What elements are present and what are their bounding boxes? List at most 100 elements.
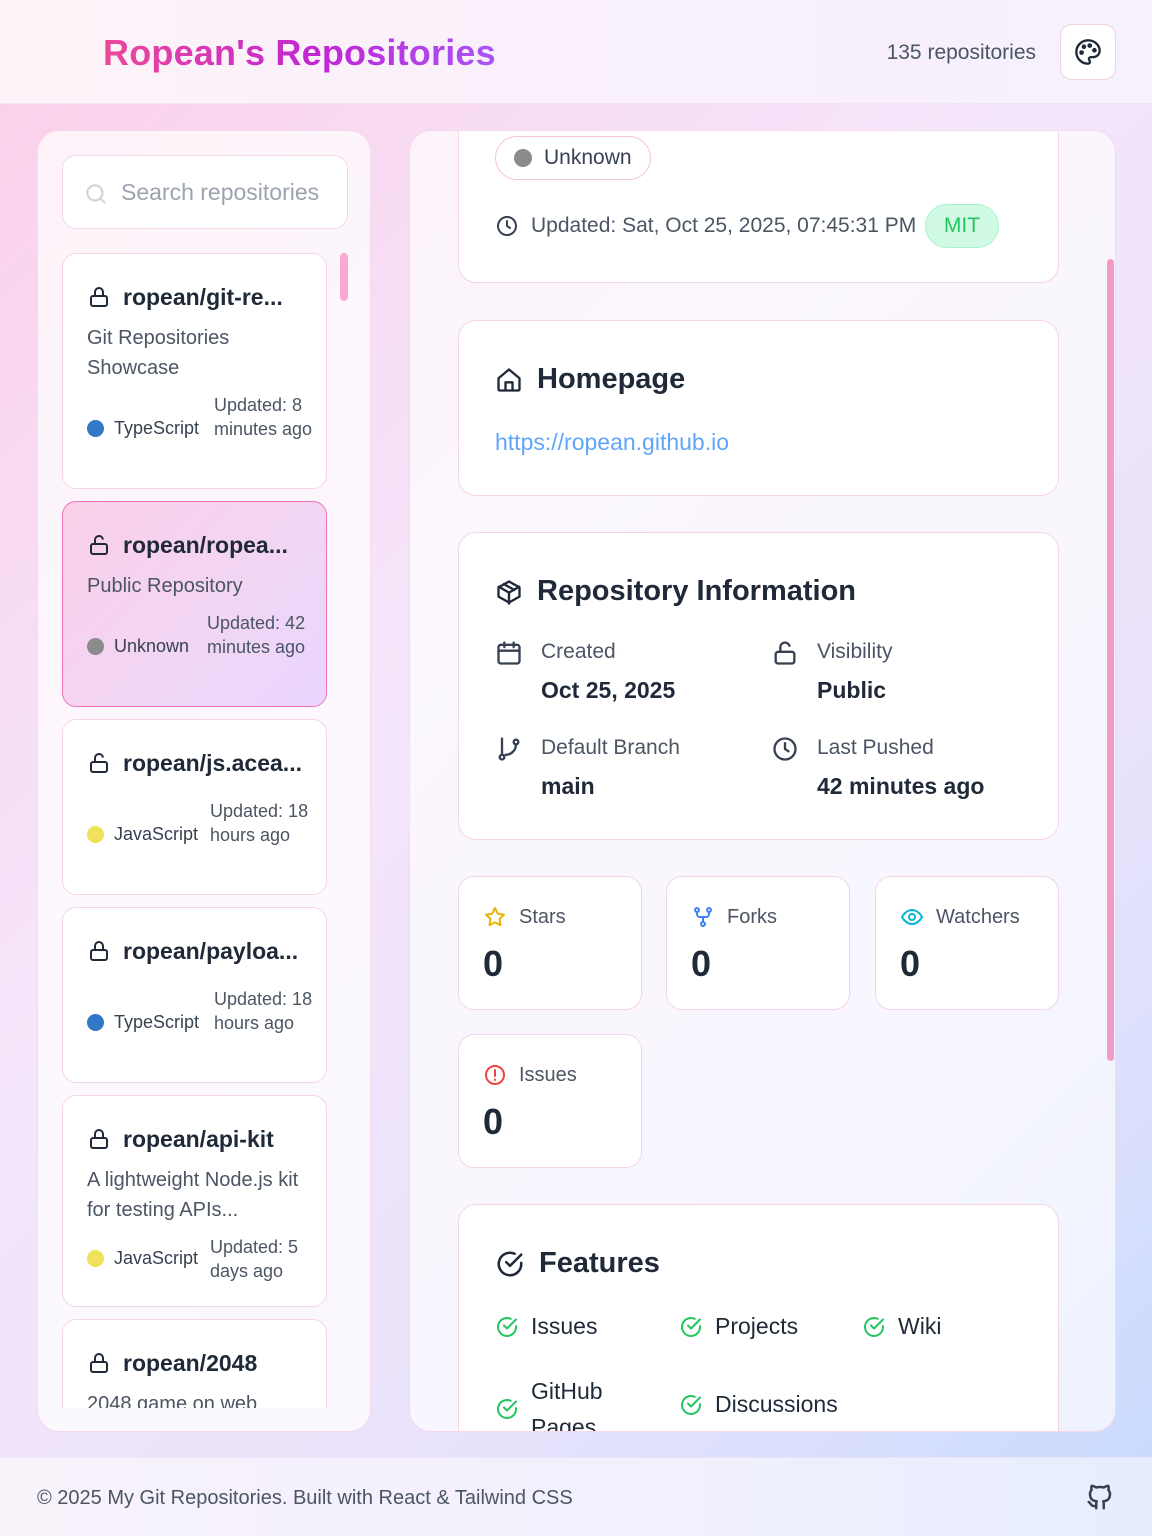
language-label: Unknown — [544, 146, 632, 169]
repo-updated: Updated: 8 minutes ago — [214, 395, 313, 439]
created-label: Created — [541, 640, 616, 663]
homepage-title-text: Homepage — [537, 363, 686, 395]
repo-name: ropean/payloa... — [123, 938, 299, 964]
repo-updated: Updated: 42 minutes ago — [207, 613, 306, 657]
repo-card[interactable]: ropean/api-kit A lightweight Node.js kit… — [62, 1095, 327, 1307]
lock-icon — [90, 287, 108, 307]
detail-scrollbar[interactable] — [1107, 259, 1114, 1061]
language-dot — [87, 1250, 104, 1267]
repo-description: 2048 game on web — [87, 1393, 258, 1408]
repo-card[interactable]: ropean/git-re... Git Repositories Showca… — [62, 253, 327, 489]
repo-updated: Updated: 18 hours ago — [214, 989, 313, 1033]
language-dot — [87, 826, 104, 843]
github-icon[interactable] — [1085, 1482, 1115, 1512]
feature-label: Discussions — [715, 1391, 838, 1417]
language-label: TypeScript — [114, 418, 200, 438]
watchers-stat: Watchers 0 — [875, 876, 1059, 1010]
pushed-value: 42 minutes ago — [817, 773, 985, 799]
forks-count: 0 — [691, 943, 712, 984]
feature-issues: Issues — [495, 1313, 597, 1340]
language-dot — [87, 1014, 104, 1031]
palette-icon — [1075, 39, 1101, 65]
feature-github-pages: GitHub Pages — [495, 1373, 625, 1432]
features-title: Features — [495, 1247, 660, 1280]
repo-description: A lightweight Node.js kit for testing AP… — [87, 1169, 299, 1221]
repository-detail: Unknown Updated: Sat, Oct 25, 2025, 07:4… — [409, 130, 1116, 1432]
repository-list[interactable]: ropean/git-re... Git Repositories Showca… — [62, 253, 352, 1408]
language-label: TypeScript — [114, 1012, 200, 1032]
star-icon — [485, 907, 505, 927]
repo-language: TypeScript — [87, 1012, 199, 1033]
repo-name: ropean/git-re... — [123, 284, 283, 310]
language-dot — [514, 149, 532, 167]
repo-name: ropean/js.acea... — [123, 750, 302, 776]
language-label: JavaScript — [114, 1248, 199, 1268]
stars-label: Stars — [519, 906, 566, 928]
clock-icon — [773, 737, 797, 761]
feature-label: Wiki — [898, 1313, 942, 1339]
repo-language: JavaScript — [87, 824, 198, 845]
search-input[interactable] — [121, 172, 341, 212]
check-circle-icon — [497, 1399, 517, 1419]
repo-language: JavaScript — [87, 1248, 198, 1269]
feature-discussions: Discussions — [679, 1391, 838, 1418]
lock-icon — [90, 1129, 108, 1149]
repo-card-selected[interactable]: ropean/ropea... Public Repository Unknow… — [62, 501, 327, 707]
app-title: Ropean's Repositories — [103, 32, 496, 73]
repo-info-panel: Repository Information Created Oct 25, 2… — [458, 532, 1059, 840]
language-badge: Unknown — [495, 136, 651, 180]
check-circle-icon — [497, 1316, 517, 1337]
feature-projects: Projects — [679, 1313, 798, 1340]
lock-icon — [90, 1353, 108, 1373]
check-circle-icon — [681, 1394, 701, 1415]
features-panel: Features Issues Projects Wiki GitHub Pag… — [458, 1204, 1059, 1432]
forks-label: Forks — [727, 906, 777, 928]
features-title-text: Features — [539, 1247, 660, 1279]
theme-toggle-button[interactable] — [1060, 24, 1116, 80]
clock-icon — [497, 216, 517, 236]
sidebar-scrollbar[interactable] — [340, 253, 348, 301]
fork-icon — [694, 907, 712, 927]
check-circle-icon — [497, 1251, 523, 1276]
homepage-panel: Homepage https://ropean.github.io — [458, 320, 1059, 496]
app-footer: © 2025 My Git Repositories. Built with R… — [0, 1457, 1152, 1536]
alert-circle-icon — [485, 1065, 505, 1085]
repository-sidebar: ropean/git-re... Git Repositories Showca… — [37, 130, 371, 1432]
repo-name: ropean/2048 — [123, 1350, 258, 1376]
visibility-value: Public — [817, 677, 887, 703]
repo-updated: Updated: 18 hours ago — [210, 801, 309, 845]
home-icon — [497, 367, 521, 392]
updated-text: Updated: Sat, Oct 25, 2025, 07:45:31 PM — [531, 214, 917, 237]
branch-label: Default Branch — [541, 736, 680, 759]
feature-wiki: Wiki — [862, 1313, 941, 1340]
check-circle-icon — [864, 1316, 884, 1337]
repo-language: TypeScript — [87, 418, 199, 439]
repo-name: ropean/ropea... — [123, 532, 288, 558]
search-box — [62, 155, 348, 229]
license-badge: MIT — [925, 204, 999, 248]
repo-name: ropean/api-kit — [123, 1126, 274, 1152]
forks-stat: Forks 0 — [666, 876, 850, 1010]
unlock-icon — [774, 641, 796, 665]
repo-description: Public Repository — [87, 575, 243, 597]
repo-card[interactable]: ropean/js.acea... JavaScript Updated: 18… — [62, 719, 327, 895]
watchers-count: 0 — [900, 943, 921, 984]
check-circle-icon — [681, 1316, 701, 1337]
language-label: JavaScript — [114, 824, 199, 844]
package-icon — [497, 579, 521, 605]
issues-stat: Issues 0 — [458, 1034, 642, 1168]
repo-card[interactable]: ropean/payloa... TypeScript Updated: 18 … — [62, 907, 327, 1083]
stars-stat: Stars 0 — [458, 876, 642, 1010]
repo-card[interactable]: ropean/2048 2048 game on web — [62, 1319, 327, 1408]
summary-panel: Unknown Updated: Sat, Oct 25, 2025, 07:4… — [458, 131, 1059, 283]
branch-value: main — [541, 773, 595, 799]
repository-count: 135 repositories — [886, 41, 1036, 64]
feature-label: Projects — [715, 1313, 799, 1339]
feature-label: GitHub Pages — [531, 1378, 603, 1432]
lock-icon — [90, 941, 108, 961]
app-header: Ropean's Repositories 135 repositories — [0, 0, 1152, 104]
created-value: Oct 25, 2025 — [541, 677, 676, 703]
issues-count: 0 — [483, 1101, 504, 1142]
homepage-link[interactable]: https://ropean.github.io — [495, 429, 729, 456]
repo-description: Git Repositories Showcase — [87, 327, 230, 379]
